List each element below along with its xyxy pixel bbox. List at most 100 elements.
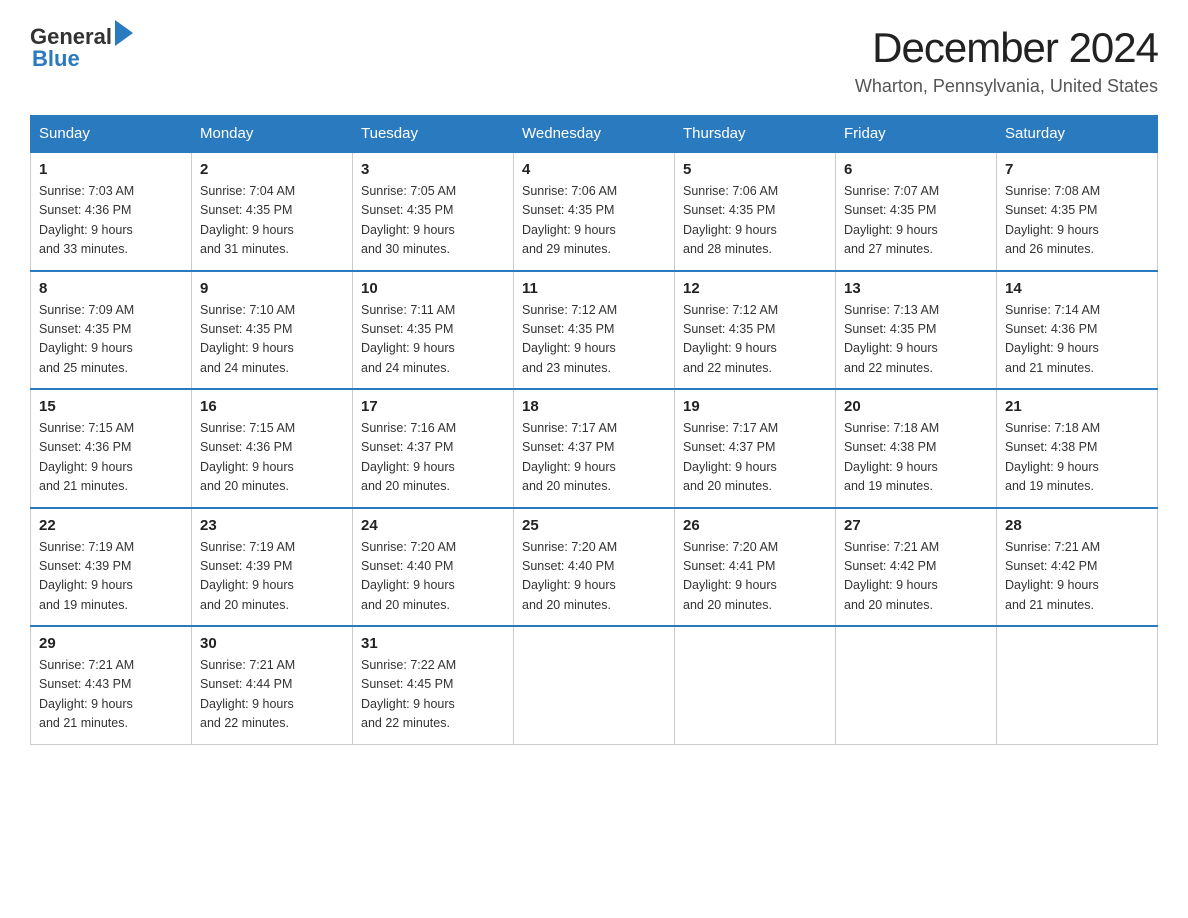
day-info: Sunrise: 7:20 AMSunset: 4:41 PMDaylight:… <box>683 540 778 612</box>
day-number: 30 <box>200 635 344 652</box>
calendar-cell: 8 Sunrise: 7:09 AMSunset: 4:35 PMDayligh… <box>31 271 192 390</box>
calendar-cell: 3 Sunrise: 7:05 AMSunset: 4:35 PMDayligh… <box>353 152 514 271</box>
day-number: 15 <box>39 398 183 415</box>
weekday-header-friday: Friday <box>836 116 997 153</box>
day-info: Sunrise: 7:21 AMSunset: 4:42 PMDaylight:… <box>1005 540 1100 612</box>
calendar-cell: 24 Sunrise: 7:20 AMSunset: 4:40 PMDaylig… <box>353 508 514 627</box>
calendar-cell: 27 Sunrise: 7:21 AMSunset: 4:42 PMDaylig… <box>836 508 997 627</box>
logo-triangle <box>115 20 133 46</box>
day-info: Sunrise: 7:13 AMSunset: 4:35 PMDaylight:… <box>844 303 939 375</box>
page-header: General Blue December 2024 Wharton, Penn… <box>30 24 1158 97</box>
day-number: 5 <box>683 161 827 178</box>
day-info: Sunrise: 7:14 AMSunset: 4:36 PMDaylight:… <box>1005 303 1100 375</box>
day-number: 1 <box>39 161 183 178</box>
day-info: Sunrise: 7:06 AMSunset: 4:35 PMDaylight:… <box>522 184 617 256</box>
day-info: Sunrise: 7:05 AMSunset: 4:35 PMDaylight:… <box>361 184 456 256</box>
day-number: 2 <box>200 161 344 178</box>
day-info: Sunrise: 7:11 AMSunset: 4:35 PMDaylight:… <box>361 303 455 375</box>
day-info: Sunrise: 7:20 AMSunset: 4:40 PMDaylight:… <box>361 540 456 612</box>
weekday-header-monday: Monday <box>192 116 353 153</box>
day-info: Sunrise: 7:15 AMSunset: 4:36 PMDaylight:… <box>39 421 134 493</box>
day-info: Sunrise: 7:20 AMSunset: 4:40 PMDaylight:… <box>522 540 617 612</box>
calendar-week-row: 29 Sunrise: 7:21 AMSunset: 4:43 PMDaylig… <box>31 626 1158 744</box>
day-number: 11 <box>522 280 666 297</box>
day-info: Sunrise: 7:19 AMSunset: 4:39 PMDaylight:… <box>200 540 295 612</box>
day-info: Sunrise: 7:21 AMSunset: 4:42 PMDaylight:… <box>844 540 939 612</box>
day-info: Sunrise: 7:06 AMSunset: 4:35 PMDaylight:… <box>683 184 778 256</box>
calendar-cell <box>997 626 1158 744</box>
calendar-cell: 26 Sunrise: 7:20 AMSunset: 4:41 PMDaylig… <box>675 508 836 627</box>
day-number: 3 <box>361 161 505 178</box>
day-number: 20 <box>844 398 988 415</box>
day-info: Sunrise: 7:04 AMSunset: 4:35 PMDaylight:… <box>200 184 295 256</box>
weekday-header-row: SundayMondayTuesdayWednesdayThursdayFrid… <box>31 116 1158 153</box>
day-number: 7 <box>1005 161 1149 178</box>
weekday-header-sunday: Sunday <box>31 116 192 153</box>
calendar-cell: 18 Sunrise: 7:17 AMSunset: 4:37 PMDaylig… <box>514 389 675 508</box>
day-number: 8 <box>39 280 183 297</box>
calendar-cell: 10 Sunrise: 7:11 AMSunset: 4:35 PMDaylig… <box>353 271 514 390</box>
day-info: Sunrise: 7:17 AMSunset: 4:37 PMDaylight:… <box>522 421 617 493</box>
calendar-cell: 31 Sunrise: 7:22 AMSunset: 4:45 PMDaylig… <box>353 626 514 744</box>
calendar-cell: 16 Sunrise: 7:15 AMSunset: 4:36 PMDaylig… <box>192 389 353 508</box>
day-info: Sunrise: 7:03 AMSunset: 4:36 PMDaylight:… <box>39 184 134 256</box>
calendar-cell: 19 Sunrise: 7:17 AMSunset: 4:37 PMDaylig… <box>675 389 836 508</box>
day-info: Sunrise: 7:07 AMSunset: 4:35 PMDaylight:… <box>844 184 939 256</box>
calendar-cell: 14 Sunrise: 7:14 AMSunset: 4:36 PMDaylig… <box>997 271 1158 390</box>
day-number: 9 <box>200 280 344 297</box>
calendar-cell: 2 Sunrise: 7:04 AMSunset: 4:35 PMDayligh… <box>192 152 353 271</box>
calendar-cell: 7 Sunrise: 7:08 AMSunset: 4:35 PMDayligh… <box>997 152 1158 271</box>
calendar-cell: 11 Sunrise: 7:12 AMSunset: 4:35 PMDaylig… <box>514 271 675 390</box>
day-number: 31 <box>361 635 505 652</box>
day-number: 27 <box>844 517 988 534</box>
day-info: Sunrise: 7:17 AMSunset: 4:37 PMDaylight:… <box>683 421 778 493</box>
weekday-header-wednesday: Wednesday <box>514 116 675 153</box>
day-info: Sunrise: 7:18 AMSunset: 4:38 PMDaylight:… <box>1005 421 1100 493</box>
weekday-header-thursday: Thursday <box>675 116 836 153</box>
calendar-week-row: 8 Sunrise: 7:09 AMSunset: 4:35 PMDayligh… <box>31 271 1158 390</box>
calendar-week-row: 22 Sunrise: 7:19 AMSunset: 4:39 PMDaylig… <box>31 508 1158 627</box>
calendar-week-row: 15 Sunrise: 7:15 AMSunset: 4:36 PMDaylig… <box>31 389 1158 508</box>
day-number: 23 <box>200 517 344 534</box>
calendar-cell: 12 Sunrise: 7:12 AMSunset: 4:35 PMDaylig… <box>675 271 836 390</box>
day-info: Sunrise: 7:21 AMSunset: 4:44 PMDaylight:… <box>200 658 295 730</box>
day-info: Sunrise: 7:08 AMSunset: 4:35 PMDaylight:… <box>1005 184 1100 256</box>
calendar-cell: 15 Sunrise: 7:15 AMSunset: 4:36 PMDaylig… <box>31 389 192 508</box>
day-info: Sunrise: 7:10 AMSunset: 4:35 PMDaylight:… <box>200 303 295 375</box>
day-info: Sunrise: 7:12 AMSunset: 4:35 PMDaylight:… <box>522 303 617 375</box>
day-number: 18 <box>522 398 666 415</box>
day-number: 25 <box>522 517 666 534</box>
calendar-cell: 5 Sunrise: 7:06 AMSunset: 4:35 PMDayligh… <box>675 152 836 271</box>
calendar-cell: 17 Sunrise: 7:16 AMSunset: 4:37 PMDaylig… <box>353 389 514 508</box>
day-number: 14 <box>1005 280 1149 297</box>
calendar-cell: 20 Sunrise: 7:18 AMSunset: 4:38 PMDaylig… <box>836 389 997 508</box>
logo-blue-text: Blue <box>32 46 80 72</box>
calendar-cell: 4 Sunrise: 7:06 AMSunset: 4:35 PMDayligh… <box>514 152 675 271</box>
weekday-header-saturday: Saturday <box>997 116 1158 153</box>
calendar-cell: 28 Sunrise: 7:21 AMSunset: 4:42 PMDaylig… <box>997 508 1158 627</box>
calendar-cell: 29 Sunrise: 7:21 AMSunset: 4:43 PMDaylig… <box>31 626 192 744</box>
day-info: Sunrise: 7:12 AMSunset: 4:35 PMDaylight:… <box>683 303 778 375</box>
day-info: Sunrise: 7:19 AMSunset: 4:39 PMDaylight:… <box>39 540 134 612</box>
day-number: 4 <box>522 161 666 178</box>
day-number: 16 <box>200 398 344 415</box>
calendar-cell: 6 Sunrise: 7:07 AMSunset: 4:35 PMDayligh… <box>836 152 997 271</box>
day-number: 6 <box>844 161 988 178</box>
day-info: Sunrise: 7:15 AMSunset: 4:36 PMDaylight:… <box>200 421 295 493</box>
calendar-cell: 1 Sunrise: 7:03 AMSunset: 4:36 PMDayligh… <box>31 152 192 271</box>
day-info: Sunrise: 7:16 AMSunset: 4:37 PMDaylight:… <box>361 421 456 493</box>
calendar-cell <box>675 626 836 744</box>
day-info: Sunrise: 7:21 AMSunset: 4:43 PMDaylight:… <box>39 658 134 730</box>
day-number: 26 <box>683 517 827 534</box>
title-area: December 2024 Wharton, Pennsylvania, Uni… <box>855 24 1158 97</box>
day-number: 17 <box>361 398 505 415</box>
calendar-cell: 25 Sunrise: 7:20 AMSunset: 4:40 PMDaylig… <box>514 508 675 627</box>
day-info: Sunrise: 7:22 AMSunset: 4:45 PMDaylight:… <box>361 658 456 730</box>
day-number: 19 <box>683 398 827 415</box>
day-number: 29 <box>39 635 183 652</box>
day-info: Sunrise: 7:09 AMSunset: 4:35 PMDaylight:… <box>39 303 134 375</box>
calendar-title: December 2024 <box>855 24 1158 72</box>
calendar-cell: 9 Sunrise: 7:10 AMSunset: 4:35 PMDayligh… <box>192 271 353 390</box>
calendar-cell: 23 Sunrise: 7:19 AMSunset: 4:39 PMDaylig… <box>192 508 353 627</box>
day-number: 24 <box>361 517 505 534</box>
